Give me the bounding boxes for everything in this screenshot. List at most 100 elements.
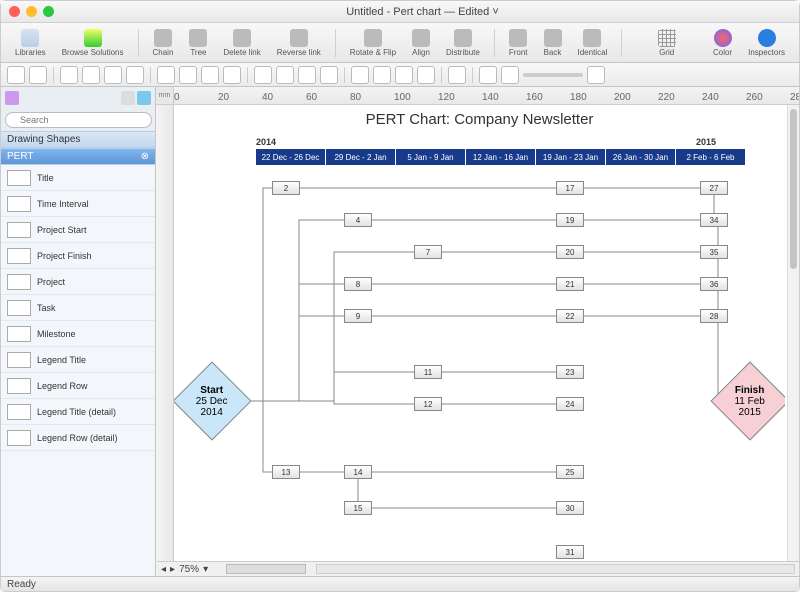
grid-tool[interactable] xyxy=(373,66,391,84)
align-button[interactable]: Align xyxy=(406,29,436,57)
shape-project[interactable]: Project xyxy=(1,269,155,295)
chain-button[interactable]: Chain xyxy=(147,29,180,57)
shape-icon xyxy=(7,352,31,368)
task-19[interactable]: 19 xyxy=(556,213,584,227)
task-35[interactable]: 35 xyxy=(700,245,728,259)
connector-tool-4[interactable] xyxy=(126,66,144,84)
close-icon[interactable] xyxy=(9,6,20,17)
library-view-icon[interactable] xyxy=(5,91,19,105)
shape-project-start[interactable]: Project Start xyxy=(1,217,155,243)
section-drawing-shapes[interactable]: Drawing Shapes xyxy=(1,131,155,148)
task-4[interactable]: 4 xyxy=(344,213,372,227)
shape-legend-title-detail-[interactable]: Legend Title (detail) xyxy=(1,399,155,425)
task-36[interactable]: 36 xyxy=(700,277,728,291)
shape-time-interval[interactable]: Time Interval xyxy=(1,191,155,217)
task-8[interactable]: 8 xyxy=(344,277,372,291)
status-text: Ready xyxy=(7,579,36,590)
task-11[interactable]: 11 xyxy=(414,365,442,379)
arc-tool[interactable] xyxy=(276,66,294,84)
text-tool[interactable] xyxy=(201,66,219,84)
tree-button[interactable]: Tree xyxy=(183,29,213,57)
shape-legend-row[interactable]: Legend Row xyxy=(1,373,155,399)
shape-task[interactable]: Task xyxy=(1,295,155,321)
shape-list: TitleTime IntervalProject StartProject F… xyxy=(1,165,155,576)
minimize-icon[interactable] xyxy=(26,6,37,17)
distribute-button[interactable]: Distribute xyxy=(440,29,486,57)
connector-tool[interactable] xyxy=(60,66,78,84)
rect-tool[interactable] xyxy=(157,66,175,84)
connector-tool-2[interactable] xyxy=(82,66,100,84)
section-pert[interactable]: PERT⊗ xyxy=(1,148,155,165)
task-14[interactable]: 14 xyxy=(344,465,372,479)
task-21[interactable]: 21 xyxy=(556,277,584,291)
close-section-icon[interactable]: ⊗ xyxy=(141,151,149,162)
grid-button[interactable]: Grid xyxy=(652,29,682,57)
connector-tool-3[interactable] xyxy=(104,66,122,84)
search-input[interactable] xyxy=(5,112,152,128)
project-start[interactable]: Start25 Dec 2014 xyxy=(174,361,252,440)
task-13[interactable]: 13 xyxy=(272,465,300,479)
task-20[interactable]: 20 xyxy=(556,245,584,259)
table-tool[interactable] xyxy=(395,66,413,84)
vertical-scrollbar[interactable] xyxy=(787,105,799,576)
shape-milestone[interactable]: Milestone xyxy=(1,321,155,347)
help-tool[interactable] xyxy=(448,66,466,84)
reverse-link-button[interactable]: Reverse link xyxy=(271,29,327,57)
bezier-tool[interactable] xyxy=(320,66,338,84)
task-17[interactable]: 17 xyxy=(556,181,584,195)
zoom-value[interactable]: 75% xyxy=(179,564,199,575)
shape-legend-title[interactable]: Legend Title xyxy=(1,347,155,373)
task-27[interactable]: 27 xyxy=(700,181,728,195)
task-23[interactable]: 23 xyxy=(556,365,584,379)
browse-solutions-button[interactable]: Browse Solutions xyxy=(56,29,130,57)
zoom-icon[interactable] xyxy=(43,6,54,17)
search-tab-icon[interactable] xyxy=(137,91,151,105)
task-12[interactable]: 12 xyxy=(414,397,442,411)
line-tool[interactable] xyxy=(223,66,241,84)
zoom-fit-tool[interactable] xyxy=(587,66,605,84)
scrollbar-thumb[interactable] xyxy=(790,109,797,269)
front-button[interactable]: Front xyxy=(503,29,534,57)
project-finish[interactable]: Finish11 Feb 2015 xyxy=(710,361,785,440)
color-button[interactable]: Color xyxy=(707,29,738,57)
page-tabs[interactable] xyxy=(226,564,306,574)
pen-tool[interactable] xyxy=(254,66,272,84)
task-30[interactable]: 30 xyxy=(556,501,584,515)
shape-title[interactable]: Title xyxy=(1,165,155,191)
task-25[interactable]: 25 xyxy=(556,465,584,479)
horizontal-scrollbar[interactable] xyxy=(316,564,795,574)
zoom-in-tool[interactable] xyxy=(501,66,519,84)
shape-legend-row-detail-[interactable]: Legend Row (detail) xyxy=(1,425,155,451)
zoom-slider[interactable] xyxy=(523,73,583,77)
page-nav-prev[interactable]: ◂ xyxy=(161,564,166,575)
task-28[interactable]: 28 xyxy=(700,309,728,323)
page-nav-next[interactable]: ▸ xyxy=(170,564,175,575)
crop-tool[interactable] xyxy=(351,66,369,84)
task-2[interactable]: 2 xyxy=(272,181,300,195)
back-button[interactable]: Back xyxy=(538,29,568,57)
inspectors-button[interactable]: Inspectors xyxy=(742,29,791,57)
task-15[interactable]: 15 xyxy=(344,501,372,515)
task-34[interactable]: 34 xyxy=(700,213,728,227)
task-7[interactable]: 7 xyxy=(414,245,442,259)
rotate-flip-button[interactable]: Rotate & Flip xyxy=(344,29,402,57)
identical-button[interactable]: Identical xyxy=(572,29,614,57)
shape-project-finish[interactable]: Project Finish xyxy=(1,243,155,269)
task-9[interactable]: 9 xyxy=(344,309,372,323)
task-22[interactable]: 22 xyxy=(556,309,584,323)
ellipse-tool[interactable] xyxy=(179,66,197,84)
chart-title: PERT Chart: Company Newsletter xyxy=(174,111,785,128)
grid-view-icon[interactable] xyxy=(121,91,135,105)
delete-link-icon xyxy=(233,29,251,47)
libraries-button[interactable]: Libraries xyxy=(9,29,52,57)
image-tool[interactable] xyxy=(417,66,435,84)
task-24[interactable]: 24 xyxy=(556,397,584,411)
task-31[interactable]: 31 xyxy=(556,545,584,559)
zoom-out-tool[interactable] xyxy=(479,66,497,84)
zoom-dropdown-icon[interactable]: ▾ xyxy=(203,564,208,575)
pointer-tool[interactable] xyxy=(7,66,25,84)
delete-link-button[interactable]: Delete link xyxy=(217,29,266,57)
lasso-tool[interactable] xyxy=(29,66,47,84)
spline-tool[interactable] xyxy=(298,66,316,84)
canvas[interactable]: mm 0204060801001201401601802002202402602… xyxy=(156,87,799,576)
